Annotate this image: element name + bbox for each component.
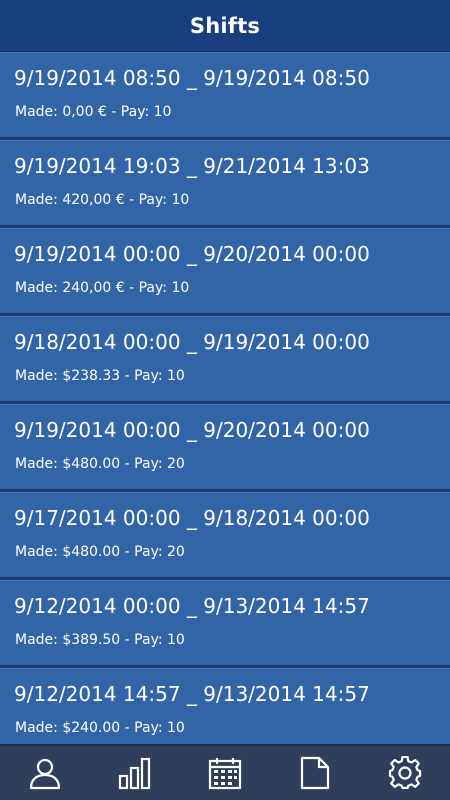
- shift-earnings-summary: Made: $238.33 - Pay: 10: [15, 368, 185, 384]
- nav-report-button[interactable]: [270, 746, 360, 800]
- shift-date-range: 9/19/2014 00:00 _ 9/20/2014 00:00: [14, 418, 370, 442]
- shift-date-range: 9/19/2014 00:00 _ 9/20/2014 00:00: [14, 242, 370, 266]
- shift-list-item[interactable]: 9/19/2014 08:50 _ 9/19/2014 08:50 Made: …: [0, 52, 450, 140]
- shift-earnings-summary: Made: 420,00 € - Pay: 10: [15, 192, 190, 208]
- shift-list-item[interactable]: 9/17/2014 00:00 _ 9/18/2014 00:00 Made: …: [0, 492, 450, 580]
- shift-date-range: 9/12/2014 00:00 _ 9/13/2014 14:57: [14, 594, 370, 618]
- nav-settings-button[interactable]: [360, 746, 450, 800]
- shift-date-range: 9/19/2014 19:03 _ 9/21/2014 13:03: [14, 154, 370, 178]
- title-bar: Shifts: [0, 0, 450, 52]
- bottom-navigation-bar: [0, 744, 450, 800]
- shift-earnings-summary: Made: 240,00 € - Pay: 10: [15, 280, 190, 296]
- shift-earnings-summary: Made: $240.00 - Pay: 10: [15, 720, 185, 736]
- shift-list-item[interactable]: 9/19/2014 00:00 _ 9/20/2014 00:00 Made: …: [0, 228, 450, 316]
- nav-profile-button[interactable]: [0, 746, 90, 800]
- shift-earnings-summary: Made: $480.00 - Pay: 20: [15, 456, 185, 472]
- shift-earnings-summary: Made: 0,00 € - Pay: 10: [15, 104, 172, 120]
- bar-chart-icon: [118, 756, 152, 790]
- nav-calendar-button[interactable]: [180, 746, 270, 800]
- shift-earnings-summary: Made: $480.00 - Pay: 20: [15, 544, 185, 560]
- shift-list-item[interactable]: 9/18/2014 00:00 _ 9/19/2014 00:00 Made: …: [0, 316, 450, 404]
- user-icon: [28, 756, 62, 790]
- calendar-icon: [208, 756, 242, 790]
- shift-date-range: 9/18/2014 00:00 _ 9/19/2014 00:00: [14, 330, 370, 354]
- shift-list[interactable]: 9/19/2014 08:50 _ 9/19/2014 08:50 Made: …: [0, 52, 450, 744]
- shift-date-range: 9/12/2014 14:57 _ 9/13/2014 14:57: [14, 682, 370, 706]
- page-title: Shifts: [189, 13, 261, 38]
- shift-date-range: 9/19/2014 08:50 _ 9/19/2014 08:50: [14, 66, 370, 90]
- shift-list-item[interactable]: 9/12/2014 14:57 _ 9/13/2014 14:57 Made: …: [0, 668, 450, 744]
- app-screen: Shifts 9/19/2014 08:50 _ 9/19/2014 08:50…: [0, 0, 450, 800]
- gear-icon: [388, 756, 422, 790]
- shift-list-item[interactable]: 9/19/2014 19:03 _ 9/21/2014 13:03 Made: …: [0, 140, 450, 228]
- shift-earnings-summary: Made: $389.50 - Pay: 10: [15, 632, 185, 648]
- nav-statistics-button[interactable]: [90, 746, 180, 800]
- document-icon: [298, 756, 332, 790]
- shift-list-item[interactable]: 9/19/2014 00:00 _ 9/20/2014 00:00 Made: …: [0, 404, 450, 492]
- shift-date-range: 9/17/2014 00:00 _ 9/18/2014 00:00: [14, 506, 370, 530]
- shift-list-item[interactable]: 9/12/2014 00:00 _ 9/13/2014 14:57 Made: …: [0, 580, 450, 668]
